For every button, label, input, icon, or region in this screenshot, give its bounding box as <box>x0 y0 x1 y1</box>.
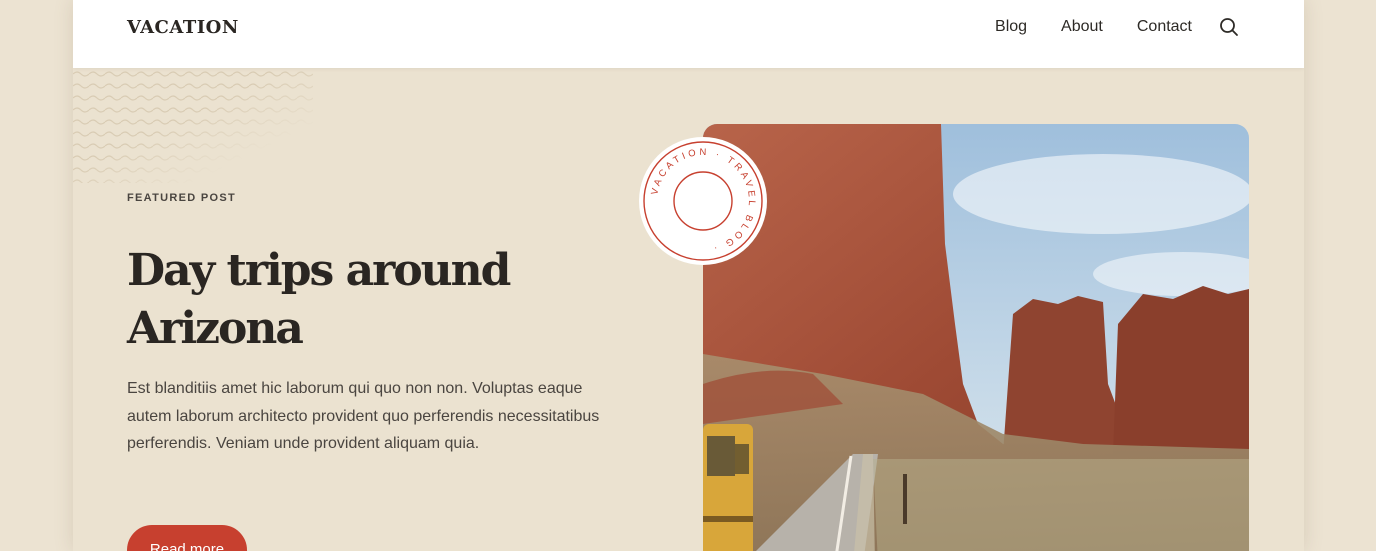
post-excerpt: Est blanditiis amet hic laborum qui quo … <box>127 380 600 452</box>
nav-contact[interactable]: Contact <box>1137 17 1192 37</box>
nav-about[interactable]: About <box>1061 17 1103 37</box>
nav-blog[interactable]: Blog <box>995 17 1027 37</box>
post-title[interactable]: Day trips around Arizona <box>127 242 607 358</box>
site-header: VACATION Blog About Contact <box>73 0 1304 68</box>
travel-blog-badge: VACATION · TRAVEL BLOG · <box>639 137 767 265</box>
site-logo[interactable]: VACATION <box>127 17 239 38</box>
wave-pattern <box>73 68 313 183</box>
featured-kicker: FEATURED POST <box>127 192 236 204</box>
main-nav: Blog About Contact <box>995 17 1192 37</box>
read-more-button[interactable]: Read more <box>127 525 247 551</box>
page-frame: VACATION Blog About Contact FEATURED POS <box>73 0 1304 551</box>
featured-image[interactable] <box>703 124 1249 551</box>
search-icon[interactable] <box>1219 17 1239 37</box>
